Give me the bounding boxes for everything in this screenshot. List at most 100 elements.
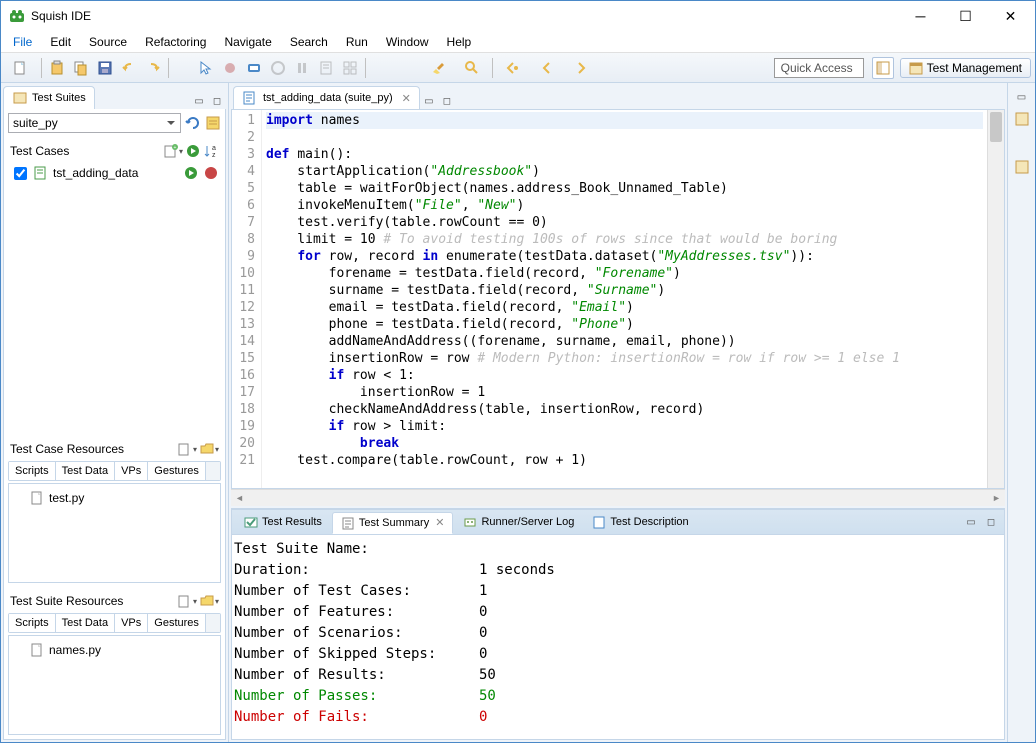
strip-icon-2[interactable]	[1014, 159, 1030, 175]
save-button[interactable]	[94, 57, 116, 79]
record-tc-icon[interactable]	[203, 165, 219, 181]
editor-max-icon[interactable]: ◻	[439, 93, 455, 109]
close-tab-icon[interactable]: ✕	[402, 92, 411, 105]
menu-refactoring[interactable]: Refactoring	[137, 33, 214, 51]
close-button[interactable]: ✕	[988, 2, 1033, 30]
bottom-tab-test-results[interactable]: Test Results	[236, 512, 330, 532]
editor-hscrollbar[interactable]: ◄►	[231, 489, 1005, 506]
editor-tab[interactable]: tst_adding_data (suite_py) ✕	[233, 86, 420, 109]
subtab-scripts[interactable]: Scripts	[9, 614, 56, 632]
summary-row: Number of Results:50	[234, 665, 1002, 686]
subtab-test-data[interactable]: Test Data	[56, 614, 115, 632]
test-case-item[interactable]: tst_adding_data	[8, 163, 221, 183]
menu-edit[interactable]: Edit	[42, 33, 79, 51]
new-button[interactable]	[5, 57, 37, 79]
menu-source[interactable]: Source	[81, 33, 135, 51]
ts-resource-tabs: ScriptsTest DataVPsGestures	[8, 613, 221, 633]
left-panel: Test Suites ▭ ◻ suite_py Test Cases + ▾ …	[1, 83, 229, 742]
tc-resource-tabs: ScriptsTest DataVPsGestures	[8, 461, 221, 481]
record-button[interactable]	[219, 57, 241, 79]
suite-settings-icon[interactable]	[205, 115, 221, 131]
verify-button[interactable]	[243, 57, 265, 79]
quick-access-input[interactable]: Quick Access	[774, 58, 864, 78]
editor-body[interactable]: 123456789101112131415161718192021 import…	[231, 109, 1005, 489]
app-window: Squish IDE ─ ☐ ✕ FileEditSourceRefactori…	[0, 0, 1036, 743]
testcase-name: tst_adding_data	[53, 166, 179, 180]
nav-back-button[interactable]	[531, 57, 563, 79]
code-area[interactable]: import names def main(): startApplicatio…	[262, 110, 987, 488]
center-panel: tst_adding_data (suite_py) ✕ ▭ ◻ 1234567…	[229, 83, 1007, 742]
undo-button[interactable]	[118, 57, 140, 79]
menu-window[interactable]: Window	[378, 33, 437, 51]
subtab-scripts[interactable]: Scripts	[9, 462, 56, 480]
new-resource-icon[interactable]	[177, 441, 193, 457]
strip-icon-1[interactable]	[1014, 111, 1030, 127]
summary-row: Number of Passes:50	[234, 686, 1002, 707]
file-item[interactable]: names.py	[13, 640, 216, 660]
app-icon	[9, 8, 25, 24]
editor-area: tst_adding_data (suite_py) ✕ ▭ ◻ 1234567…	[231, 85, 1005, 506]
open-folder2-icon[interactable]	[199, 593, 215, 609]
testcase-checkbox[interactable]	[14, 167, 27, 180]
bottom-min-icon[interactable]: ▭	[963, 514, 979, 530]
pause-button[interactable]	[291, 57, 313, 79]
main-toolbar: Quick Access Test Management	[1, 53, 1035, 83]
menu-search[interactable]: Search	[282, 33, 336, 51]
maximize-button[interactable]: ☐	[943, 2, 988, 30]
summary-row: Number of Skipped Steps:0	[234, 644, 1002, 665]
summary-row: Number of Fails:0	[234, 707, 1002, 728]
bottom-tab-test-summary[interactable]: Test Summary✕	[332, 512, 454, 534]
perspective-button[interactable]: Test Management	[900, 58, 1031, 78]
run-tc-icon[interactable]	[183, 165, 199, 181]
titlebar: Squish IDE ─ ☐ ✕	[1, 1, 1035, 31]
nav-last-button[interactable]	[497, 57, 529, 79]
main-area: Test Suites ▭ ◻ suite_py Test Cases + ▾ …	[1, 83, 1035, 742]
svg-text:+: +	[174, 145, 177, 151]
open-folder-icon[interactable]	[199, 441, 215, 457]
editor-min-icon[interactable]: ▭	[421, 93, 437, 109]
run-testcase-icon[interactable]	[185, 143, 201, 159]
svg-text:a: a	[212, 145, 216, 152]
suite-select[interactable]: suite_py	[8, 113, 181, 133]
file-item[interactable]: test.py	[13, 488, 216, 508]
pointer-button[interactable]	[195, 57, 217, 79]
bottom-panel: Test ResultsTest Summary✕Runner/Server L…	[231, 508, 1005, 740]
search-button[interactable]	[456, 57, 488, 79]
menu-help[interactable]: Help	[439, 33, 480, 51]
editor-vscrollbar[interactable]	[987, 110, 1004, 488]
open-perspective-button[interactable]	[872, 57, 894, 79]
new-testcase-icon[interactable]: +	[163, 143, 179, 159]
svg-text:z: z	[212, 152, 216, 159]
new-resource2-icon[interactable]	[177, 593, 193, 609]
highlight-button[interactable]	[422, 57, 454, 79]
editor-tab-label: tst_adding_data (suite_py)	[263, 92, 393, 104]
minimize-button[interactable]: ─	[898, 2, 943, 30]
menu-run[interactable]: Run	[338, 33, 376, 51]
paste-button[interactable]	[46, 57, 68, 79]
line-gutter: 123456789101112131415161718192021	[232, 110, 262, 488]
subtab-test-data[interactable]: Test Data	[56, 462, 115, 480]
redo-button[interactable]	[142, 57, 164, 79]
grid-button[interactable]	[339, 57, 361, 79]
sort-icon[interactable]: az	[203, 143, 219, 159]
copy-button[interactable]	[70, 57, 92, 79]
subtab-gestures[interactable]: Gestures	[148, 614, 206, 632]
test-suites-tab[interactable]: Test Suites	[3, 86, 95, 109]
minimize-view-icon[interactable]: ▭	[191, 93, 207, 109]
maximize-view-icon[interactable]: ◻	[209, 93, 225, 109]
nav-fwd-button[interactable]	[565, 57, 597, 79]
menu-file[interactable]: File	[5, 33, 40, 51]
subtab-vps[interactable]: VPs	[115, 462, 148, 480]
subtab-gestures[interactable]: Gestures	[148, 462, 206, 480]
menu-navigate[interactable]: Navigate	[216, 33, 279, 51]
summary-row: Number of Features:0	[234, 602, 1002, 623]
close-bottom-tab-icon[interactable]: ✕	[435, 516, 444, 529]
subtab-vps[interactable]: VPs	[115, 614, 148, 632]
stop-record-button[interactable]	[267, 57, 289, 79]
clipboard-button[interactable]	[315, 57, 337, 79]
restore-view-icon[interactable]: ▭	[1014, 89, 1030, 105]
bottom-tab-test-description[interactable]: Test Description	[584, 512, 696, 532]
bottom-tab-runner-server-log[interactable]: Runner/Server Log	[455, 512, 582, 532]
bottom-max-icon[interactable]: ◻	[983, 514, 999, 530]
refresh-suite-icon[interactable]	[185, 115, 201, 131]
